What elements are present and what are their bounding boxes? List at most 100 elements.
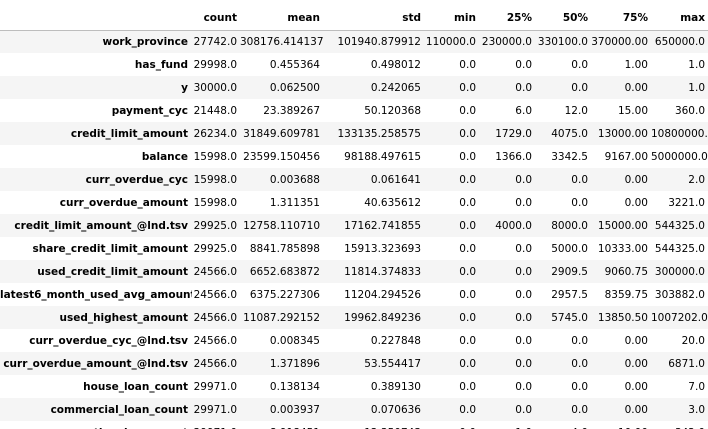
table-cell: 11204.294526 bbox=[344, 288, 421, 301]
table-cell: 4075.0 bbox=[551, 127, 588, 140]
table-cell: 133135.258575 bbox=[337, 127, 421, 140]
table-cell: 6871.0 bbox=[668, 357, 705, 370]
table-cell: 0.0 bbox=[571, 58, 588, 71]
table-cell: 8359.75 bbox=[604, 288, 648, 301]
table-cell: 0.00 bbox=[624, 81, 648, 94]
row-label: curr_overdue_amount_@lnd.tsv bbox=[3, 357, 188, 370]
table-cell: 0.242065 bbox=[370, 81, 421, 94]
table-cell: 9060.75 bbox=[604, 265, 648, 278]
table-cell: 0.0 bbox=[515, 403, 532, 416]
table-row: credit_limit_amount_@lnd.tsv 29925.0 12758… bbox=[0, 214, 708, 237]
table-cell: 0.138134 bbox=[269, 380, 320, 393]
table-cell: 30000.0 bbox=[193, 81, 237, 94]
table-cell: 2.0 bbox=[688, 173, 705, 186]
table-cell: 0.0 bbox=[459, 196, 476, 209]
table-header: count mean std min 25% 50% 75% max bbox=[0, 6, 708, 31]
table-row: used_highest_amount 24566.0 11087.292152 19… bbox=[0, 306, 708, 329]
column-header: 75% bbox=[591, 6, 651, 31]
table-cell: 0.00 bbox=[624, 380, 648, 393]
table-cell: 0.00 bbox=[624, 173, 648, 186]
table-cell: 12.0 bbox=[564, 104, 588, 117]
table-cell: 0.227848 bbox=[370, 334, 421, 347]
table-cell: 0.008345 bbox=[269, 334, 320, 347]
table-cell: 0.003937 bbox=[269, 403, 320, 416]
table-cell: 6652.683872 bbox=[249, 265, 320, 278]
table-cell: 0.0 bbox=[515, 288, 532, 301]
row-label: has_fund bbox=[134, 58, 188, 71]
table-cell: 0.0 bbox=[459, 81, 476, 94]
table-cell: 0.0 bbox=[424, 421, 479, 429]
table-cell: 1007202.0 bbox=[651, 311, 708, 324]
table-cell: 0.0 bbox=[459, 242, 476, 255]
table-cell: 0.062500 bbox=[269, 81, 320, 94]
table-cell: 0.0 bbox=[459, 104, 476, 117]
table-cell: 20.0 bbox=[681, 334, 705, 347]
table-cell: 6.0 bbox=[515, 104, 532, 117]
dataframe-output: count mean std min 25% 50% 75% max work_… bbox=[0, 0, 708, 429]
table-cell: 0.070636 bbox=[370, 403, 421, 416]
table-cell: 50.120368 bbox=[364, 104, 421, 117]
table-cell: 2909.5 bbox=[551, 265, 588, 278]
table-row: house_loan_count 29971.0 0.138134 0.389130 0… bbox=[0, 375, 708, 398]
table-cell: 0.0 bbox=[459, 288, 476, 301]
table-cell: 0.0 bbox=[459, 334, 476, 347]
table-cell: 19962.849236 bbox=[344, 311, 421, 324]
table-cell: 0.0 bbox=[571, 380, 588, 393]
table-cell: 15998.0 bbox=[193, 196, 237, 209]
table-cell: 0.0 bbox=[571, 334, 588, 347]
row-label: curr_overdue_cyc_@lnd.tsv bbox=[29, 334, 188, 347]
row-label: other_loan_count bbox=[0, 421, 192, 429]
table-cell: 0.0 bbox=[515, 242, 532, 255]
table-cell: 110000.0 bbox=[425, 35, 476, 48]
index-header bbox=[0, 6, 192, 31]
table-cell: 0.0 bbox=[459, 311, 476, 324]
table-row: other_loan_count29971.08.91845112.350743… bbox=[0, 421, 708, 429]
table-row: curr_overdue_amount_@lnd.tsv 24566.0 1.371… bbox=[0, 352, 708, 375]
table-cell: 0.0 bbox=[515, 380, 532, 393]
table-cell: 5000000.0 bbox=[651, 150, 708, 163]
table-row: used_credit_limit_amount 24566.0 6652.6838… bbox=[0, 260, 708, 283]
table-cell: 12.350743 bbox=[323, 421, 424, 429]
table-cell: 0.0 bbox=[515, 58, 532, 71]
table-cell: 0.0 bbox=[571, 81, 588, 94]
table-cell: 0.0 bbox=[571, 173, 588, 186]
table-cell: 98188.497615 bbox=[344, 150, 421, 163]
table-cell: 0.0 bbox=[515, 81, 532, 94]
table-cell: 544325.0 bbox=[654, 219, 705, 232]
table-cell: 40.635612 bbox=[364, 196, 421, 209]
table-cell: 31849.609781 bbox=[243, 127, 320, 140]
table-row: latest6_month_used_avg_amount 24566.0 6375… bbox=[0, 283, 708, 306]
table-cell: 24566.0 bbox=[193, 311, 237, 324]
table-cell: 13000.00 bbox=[597, 127, 648, 140]
table-cell: 0.0 bbox=[515, 196, 532, 209]
table-cell: 4.0 bbox=[535, 421, 591, 429]
table-cell: 11814.374833 bbox=[344, 265, 421, 278]
table-cell: 24566.0 bbox=[193, 288, 237, 301]
table-cell: 342.0 bbox=[651, 421, 708, 429]
table-cell: 12758.110710 bbox=[243, 219, 320, 232]
table-cell: 8841.785898 bbox=[249, 242, 320, 255]
table-cell: 0.003688 bbox=[269, 173, 320, 186]
table-cell: 0.0 bbox=[515, 334, 532, 347]
row-label: y bbox=[181, 81, 188, 94]
table-cell: 0.0 bbox=[459, 357, 476, 370]
table-cell: 0.455364 bbox=[269, 58, 320, 71]
table-cell: 10800000.0 bbox=[651, 127, 708, 140]
table-cell: 360.0 bbox=[674, 104, 705, 117]
row-label: credit_limit_amount_@lnd.tsv bbox=[14, 219, 188, 232]
table-cell: 0.0 bbox=[571, 403, 588, 416]
table-cell: 15998.0 bbox=[193, 173, 237, 186]
table-cell: 0.389130 bbox=[370, 380, 421, 393]
table-cell: 2957.5 bbox=[551, 288, 588, 301]
row-label: share_credit_limit_amount bbox=[32, 242, 189, 255]
table-cell: 1.0 bbox=[688, 81, 705, 94]
table-cell: 300000.0 bbox=[654, 265, 705, 278]
table-cell: 0.00 bbox=[624, 357, 648, 370]
table-row: balance 15998.0 23599.150456 98188.497615 0.… bbox=[0, 145, 708, 168]
table-cell: 0.0 bbox=[459, 265, 476, 278]
table-cell: 330100.0 bbox=[537, 35, 588, 48]
table-cell: 26234.0 bbox=[193, 127, 237, 140]
table-cell: 0.0 bbox=[515, 173, 532, 186]
table-cell: 11087.292152 bbox=[243, 311, 320, 324]
header-row: count mean std min 25% 50% 75% max bbox=[0, 6, 708, 31]
